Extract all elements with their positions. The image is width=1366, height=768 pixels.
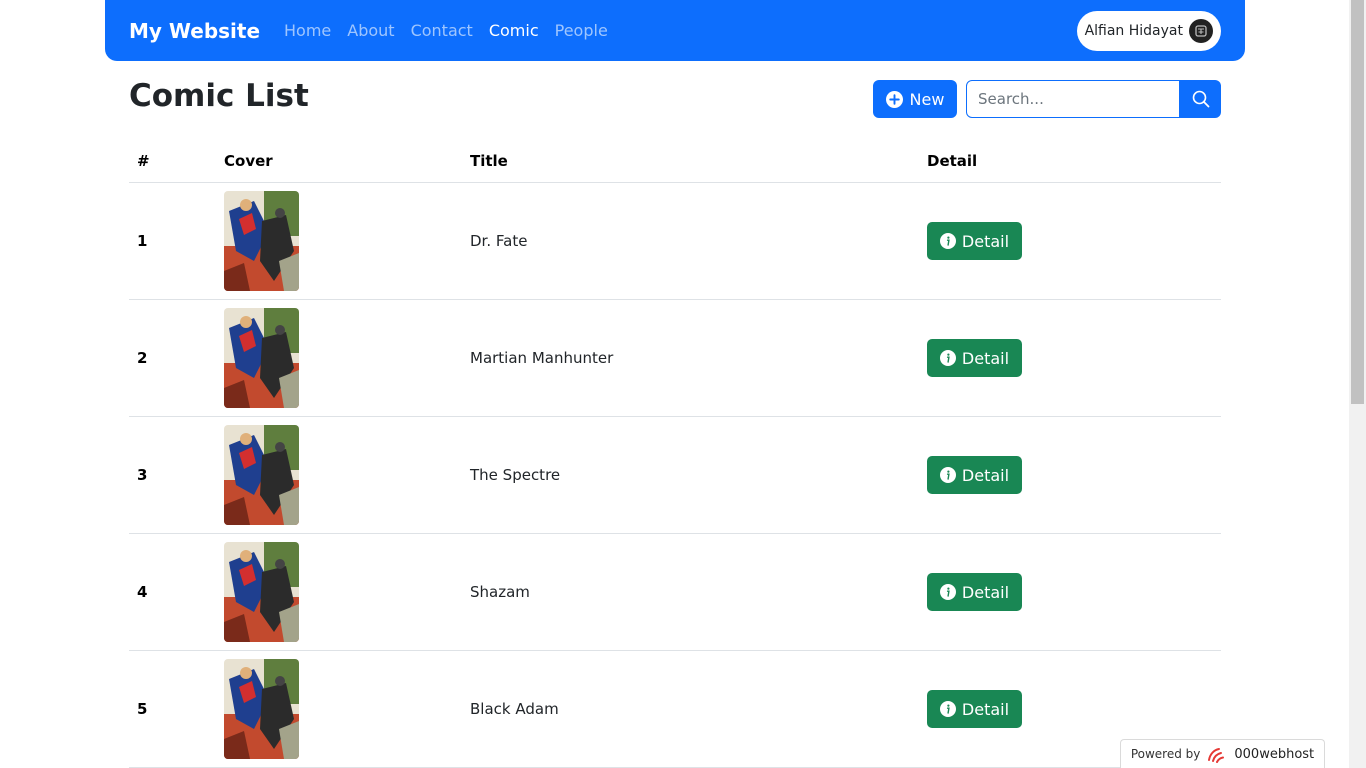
detail-button[interactable]: Detail [927, 690, 1022, 728]
detail-button-label: Detail [961, 699, 1010, 719]
row-detail-cell: Detail [919, 182, 1221, 300]
detail-button[interactable]: Detail [927, 222, 1022, 260]
row-number: 4 [129, 533, 216, 651]
nav-home[interactable]: Home [284, 21, 331, 40]
nav-contact[interactable]: Contact [411, 21, 473, 40]
header-cover: Cover [216, 140, 462, 183]
search-button[interactable] [1180, 80, 1221, 118]
table-row: 2 Martian Manhunter Detail [129, 299, 1221, 417]
row-number: 3 [129, 416, 216, 534]
nav-people[interactable]: People [555, 21, 608, 40]
row-cover-cell [216, 650, 462, 768]
row-detail-cell: Detail [919, 299, 1221, 417]
header-title: Title [462, 140, 919, 183]
detail-button-label: Detail [961, 582, 1010, 602]
comic-cover-image [224, 542, 299, 642]
info-circle-icon [939, 467, 956, 483]
page-title: Comic List [129, 78, 309, 114]
comic-table: # Cover Title Detail 1 Dr. Fate Detail 2 Mar… [129, 140, 1221, 768]
table-header-row: # Cover Title Detail [129, 140, 1221, 183]
comic-cover-image [224, 308, 299, 408]
row-title: Martian Manhunter [462, 299, 919, 417]
table-row: 5 Black Adam Detail [129, 650, 1221, 768]
header-number: # [129, 140, 216, 183]
row-detail-cell: Detail [919, 416, 1221, 534]
plus-circle-icon [885, 90, 903, 108]
detail-button-label: Detail [961, 348, 1010, 368]
new-button-label: New [909, 89, 945, 109]
row-cover-cell [216, 299, 462, 417]
page-scrollbar[interactable] [1349, 0, 1366, 768]
row-cover-cell [216, 182, 462, 300]
table-row: 3 The Spectre Detail [129, 416, 1221, 534]
row-detail-cell: Detail [919, 533, 1221, 651]
nav-about[interactable]: About [347, 21, 394, 40]
row-title: Dr. Fate [462, 182, 919, 300]
comic-cover-image [224, 425, 299, 525]
info-circle-icon [939, 350, 956, 366]
info-circle-icon [939, 701, 956, 717]
navbar: My Website Home About Contact Comic Peop… [105, 0, 1245, 61]
user-name: Alfian Hidayat [1084, 22, 1183, 39]
row-cover-cell [216, 533, 462, 651]
comic-cover-image [224, 191, 299, 291]
search-icon [1192, 90, 1209, 108]
powered-by-label: Powered by [1130, 747, 1201, 761]
avatar [1189, 18, 1213, 43]
search-input[interactable] [966, 80, 1180, 118]
row-title: Black Adam [462, 650, 919, 768]
table-row: 4 Shazam Detail [129, 533, 1221, 651]
info-circle-icon [939, 584, 956, 600]
row-title: Shazam [462, 533, 919, 651]
nav-comic[interactable]: Comic [489, 21, 539, 40]
row-cover-cell [216, 416, 462, 534]
new-comic-button[interactable]: New [873, 80, 957, 118]
scrollbar-thumb[interactable] [1351, 0, 1364, 404]
row-number: 2 [129, 299, 216, 417]
detail-button-label: Detail [961, 465, 1010, 485]
detail-button[interactable]: Detail [927, 573, 1022, 611]
user-menu[interactable]: Alfian Hidayat [1076, 10, 1221, 51]
header-detail: Detail [919, 140, 1221, 183]
table-row: 1 Dr. Fate Detail [129, 182, 1221, 300]
detail-button[interactable]: Detail [927, 456, 1022, 494]
detail-button-label: Detail [961, 231, 1010, 251]
comic-cover-image [224, 659, 299, 759]
row-title: The Spectre [462, 416, 919, 534]
info-circle-icon [939, 233, 956, 249]
detail-button[interactable]: Detail [927, 339, 1022, 377]
brand-logo[interactable]: My Website [129, 19, 260, 43]
powered-by-badge[interactable]: Powered by 000webhost [1120, 739, 1325, 768]
powered-by-host: 000webhost [1234, 746, 1315, 762]
row-number: 1 [129, 182, 216, 300]
avatar-emblem-icon [1195, 24, 1207, 37]
nav-links: Home About Contact Comic People [284, 21, 608, 40]
row-number: 5 [129, 650, 216, 768]
webhost-logo-icon [1208, 748, 1225, 763]
